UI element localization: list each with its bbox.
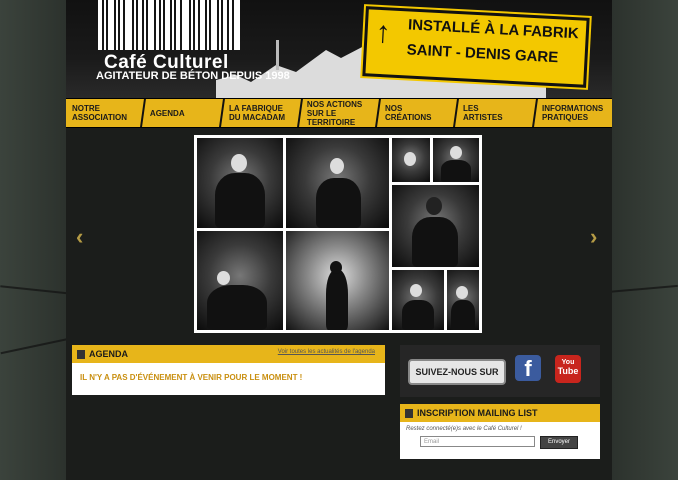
agenda-all-link[interactable]: Voir toutes les actualités de l'agenda xyxy=(278,349,375,355)
mailing-description: Restez connecté(e)s avec le Café Culture… xyxy=(406,426,522,432)
right-margin xyxy=(612,0,678,480)
calendar-icon xyxy=(77,349,85,359)
mailing-list-panel: INSCRIPTION MAILING LIST Restez connecté… xyxy=(400,404,600,459)
nav-item-label: INFORMATIONS PRATIQUES xyxy=(541,104,603,122)
photo-tile xyxy=(392,138,430,182)
photo-tile xyxy=(286,231,389,330)
slider-prev-arrow[interactable]: ‹ xyxy=(76,224,83,250)
slider-next-arrow[interactable]: › xyxy=(590,224,597,250)
sign-line-2: SAINT - DENIS GARE xyxy=(406,41,559,67)
photo-tile xyxy=(447,270,479,330)
nav-item-creations[interactable]: NOS CRÉATIONS xyxy=(375,99,458,127)
nav-item-agenda[interactable]: AGENDA xyxy=(140,99,223,127)
social-panel: SUIVEZ-NOUS SUR f You Tube xyxy=(400,345,600,397)
facebook-icon[interactable]: f xyxy=(515,355,541,381)
page-container: Café Culturel AGITATEUR DE BÉTON DEPUIS … xyxy=(64,0,614,480)
nav-item-label: LA FABRIQUE DU MACADAM xyxy=(228,104,285,122)
mailing-title: INSCRIPTION MAILING LIST xyxy=(417,408,538,418)
nav-item-label: LES ARTISTES xyxy=(463,104,503,122)
email-field[interactable]: Email xyxy=(420,436,535,447)
nav-item-label: NOS ACTIONS SUR LE TERRITOIRE xyxy=(306,99,363,127)
nav-item-notre-association[interactable]: NOTRE ASSOCIATION xyxy=(64,99,144,127)
nav-item-fabrique-macadam[interactable]: LA FABRIQUE DU MACADAM xyxy=(218,99,301,127)
nav-item-label: NOS CRÉATIONS xyxy=(385,104,432,122)
site-header: Café Culturel AGITATEUR DE BÉTON DEPUIS … xyxy=(66,0,612,98)
agenda-empty-message: IL N'Y A PAS D'ÉVÉNEMENT À VENIR POUR LE… xyxy=(80,373,303,382)
agenda-title: AGENDA xyxy=(89,349,129,359)
nav-item-actions-territoire[interactable]: NOS ACTIONS SUR LE TERRITOIRE xyxy=(296,99,380,127)
agenda-header: AGENDA Voir toutes les actualités de l'a… xyxy=(72,345,385,363)
photo-tile xyxy=(197,231,283,330)
site-logo-tagline: AGITATEUR DE BÉTON DEPUIS 1998 xyxy=(96,70,290,82)
nav-item-artistes[interactable]: LES ARTISTES xyxy=(453,99,536,127)
location-road-sign[interactable]: ↑ INSTALLÉ À LA FABRIK SAINT - DENIS GAR… xyxy=(362,6,590,88)
left-margin xyxy=(0,0,66,480)
nav-item-label: AGENDA xyxy=(150,108,185,118)
mailing-header: INSCRIPTION MAILING LIST xyxy=(400,404,600,422)
photo-tile xyxy=(286,138,389,228)
nav-item-label: NOTRE ASSOCIATION xyxy=(72,104,127,122)
youtube-icon[interactable]: You Tube xyxy=(555,355,581,383)
photo-tile xyxy=(392,270,444,330)
agenda-panel: AGENDA Voir toutes les actualités de l'a… xyxy=(72,345,385,395)
follow-us-badge: SUIVEZ-NOUS SUR xyxy=(408,359,506,385)
youtube-you-text: You xyxy=(561,359,575,366)
send-button[interactable]: Envoyer xyxy=(540,436,578,449)
photo-tile xyxy=(197,138,283,228)
photo-collage-slider[interactable] xyxy=(194,135,482,333)
photo-tile xyxy=(392,185,479,267)
photo-tile xyxy=(433,138,479,182)
barcode-logo xyxy=(98,0,258,50)
arrow-up-icon: ↑ xyxy=(374,15,392,50)
sign-line-1: INSTALLÉ À LA FABRIK xyxy=(407,16,580,43)
nav-item-informations-pratiques[interactable]: INFORMATIONS PRATIQUES xyxy=(531,99,614,127)
envelope-icon xyxy=(405,408,413,418)
youtube-tube-text: Tube xyxy=(557,366,579,376)
main-navigation: NOTRE ASSOCIATION AGENDA LA FABRIQUE DU … xyxy=(64,98,614,128)
